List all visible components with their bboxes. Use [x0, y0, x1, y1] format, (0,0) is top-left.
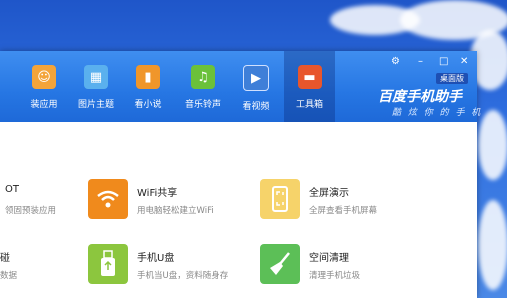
nav-label: 音乐铃声 [184, 100, 221, 110]
maximize-icon[interactable]: □ [439, 56, 448, 67]
cloud [478, 200, 507, 290]
tool-title: OT [5, 184, 19, 195]
tool-desc: 数据 [0, 271, 18, 281]
tool-desc: 领固预装应用 [5, 206, 57, 216]
desktop-edition-badge: 桌面版 [436, 73, 468, 84]
tool-title: 空间清理 [309, 253, 349, 264]
tool-title: WiFi共享 [137, 188, 178, 199]
nav-item-novels[interactable]: ▮ 看小说 [124, 51, 172, 122]
brand-name: 百度手机助手 [378, 89, 462, 105]
shopping-bag-icon: ☺ [32, 65, 56, 89]
app-window: ☺ 装应用 ▦ 图片主题 ▮ 看小说 ♫ 音乐铃声 ▶ 看视频 ▬ 工具箱 ⚙ … [0, 51, 480, 298]
tool-desc: 手机当U盘，资料随身存 [137, 271, 229, 281]
brand-slogan: 酷 炫 你 的 手 机 [392, 108, 483, 118]
settings-icon[interactable]: ⚙ [391, 56, 400, 67]
music-note-icon: ♫ [191, 65, 215, 89]
tool-title: 全屏演示 [309, 188, 349, 199]
book-icon: ▮ [136, 65, 160, 89]
top-navigation-bar: ☺ 装应用 ▦ 图片主题 ▮ 看小说 ♫ 音乐铃声 ▶ 看视频 ▬ 工具箱 ⚙ … [0, 51, 480, 122]
picture-icon: ▦ [84, 65, 108, 89]
tool-desc: 清理手机垃圾 [309, 271, 361, 281]
tool-title: 碰 [0, 253, 10, 264]
tool-desc: 全屏查看手机屏幕 [309, 206, 378, 216]
tool-desc: 用电脑轻松建立WiFi [137, 206, 214, 216]
wifi-icon [88, 179, 128, 219]
nav-label: 看小说 [134, 100, 162, 110]
usb-drive-icon [88, 244, 128, 284]
nav-label: 装应用 [30, 100, 58, 110]
tool-title: 手机U盘 [137, 253, 175, 264]
broom-icon [260, 244, 300, 284]
video-film-icon: ▶ [243, 65, 269, 91]
nav-label: 看视频 [242, 102, 270, 112]
toolbox-icon: ▬ [297, 65, 322, 89]
close-icon[interactable]: ✕ [460, 56, 468, 67]
minimize-icon[interactable]: – [418, 56, 423, 67]
nav-label: 工具箱 [295, 100, 323, 110]
nav-item-picture-themes[interactable]: ▦ 图片主题 [72, 51, 120, 122]
nav-item-music-ringtones[interactable]: ♫ 音乐铃声 [179, 51, 227, 122]
fullscreen-phone-icon [260, 179, 300, 219]
nav-item-install-apps[interactable]: ☺ 装应用 [20, 51, 68, 122]
cloud [478, 110, 507, 180]
nav-item-toolbox[interactable]: ▬ 工具箱 [284, 51, 335, 122]
nav-label: 图片主题 [77, 100, 114, 110]
nav-item-videos[interactable]: ▶ 看视频 [232, 51, 280, 122]
